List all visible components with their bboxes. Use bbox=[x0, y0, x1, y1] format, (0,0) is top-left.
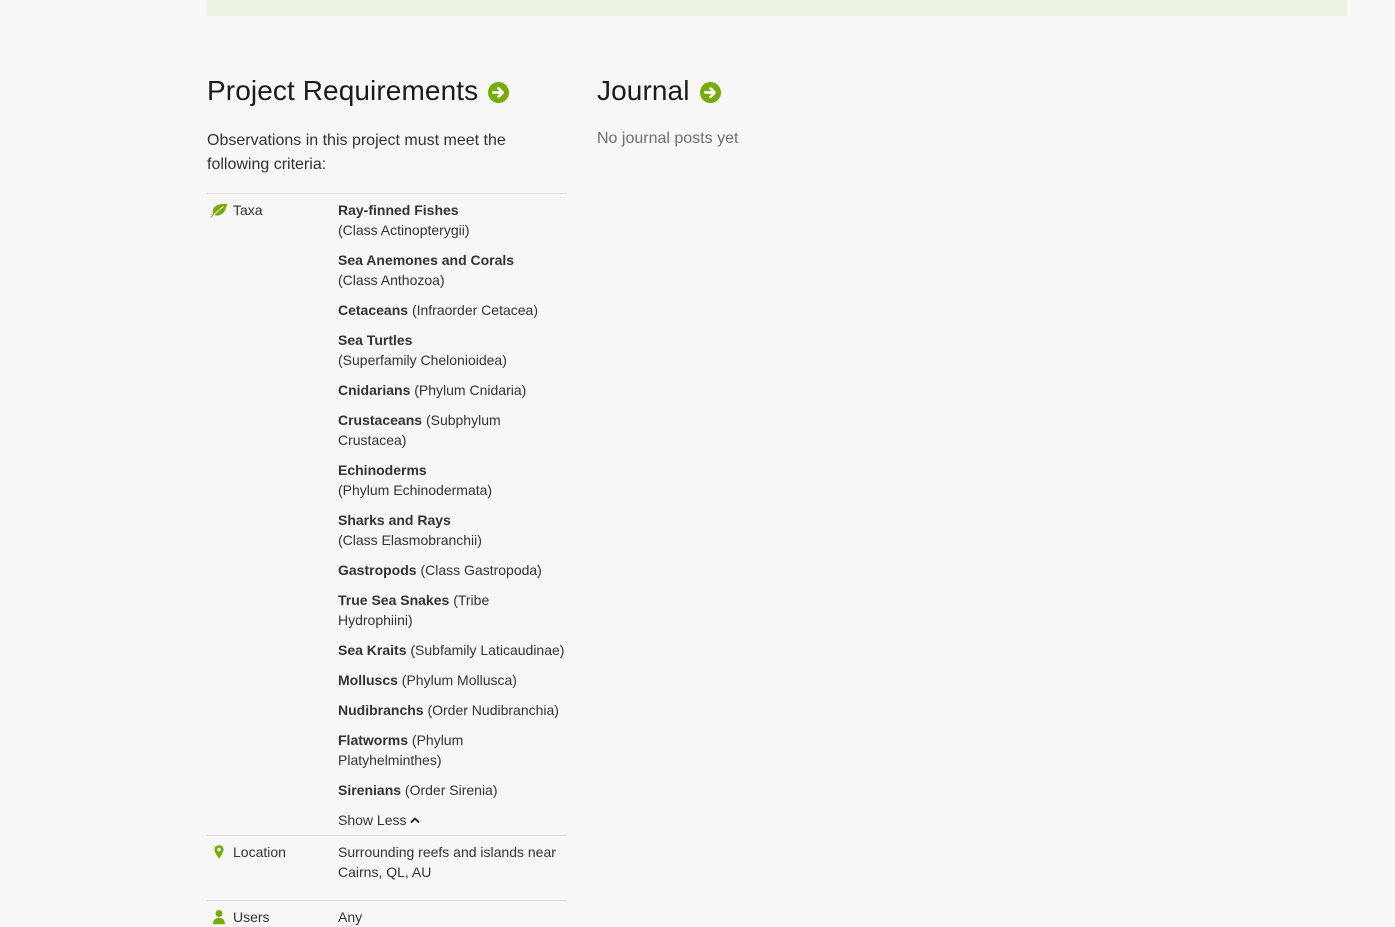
taxon-common-name: Ray-finned Fishes bbox=[338, 202, 459, 218]
taxa-label: Taxa bbox=[207, 200, 338, 830]
taxon-common-name: Sharks and Rays bbox=[338, 512, 451, 528]
requirement-row-users: Users Any bbox=[207, 901, 567, 927]
taxon-rank-name: (Superfamily Chelonioidea) bbox=[338, 352, 507, 368]
requirement-row-location: Location Surrounding reefs and islands n… bbox=[207, 836, 567, 901]
top-banner bbox=[207, 0, 1347, 16]
taxon-item[interactable]: Sea Turtles (Superfamily Chelonioidea) bbox=[338, 330, 567, 370]
taxa-list: Ray-finned Fishes (Class Actinopterygii) S… bbox=[338, 200, 567, 830]
taxa-label-text: Taxa bbox=[233, 202, 263, 218]
taxon-item[interactable]: Crustaceans (Subphylum Crustacea) bbox=[338, 410, 567, 450]
users-value: Any bbox=[338, 909, 363, 925]
requirements-intro: Observations in this project must meet t… bbox=[207, 132, 506, 173]
taxon-common-name: Cnidarians bbox=[338, 382, 411, 398]
taxon-common-name: True Sea Snakes bbox=[338, 592, 450, 608]
users-label: Users bbox=[207, 907, 338, 927]
taxon-rank-name: (Phylum Echinodermata) bbox=[338, 482, 493, 498]
journal-title: Journal bbox=[597, 75, 690, 106]
taxon-item[interactable]: Cnidarians (Phylum Cnidaria) bbox=[338, 380, 567, 400]
leaf-icon bbox=[210, 203, 228, 218]
taxon-item[interactable]: Sharks and Rays (Class Elasmobranchii) bbox=[338, 510, 567, 550]
taxon-rank-name: (Order Nudibranchia) bbox=[427, 702, 559, 718]
taxon-item[interactable]: Ray-finned Fishes (Class Actinopterygii) bbox=[338, 200, 567, 240]
user-icon bbox=[213, 910, 225, 925]
project-requirements-title: Project Requirements bbox=[207, 75, 479, 106]
taxon-rank-name: (Class Elasmobranchii) bbox=[338, 532, 482, 548]
taxon-item[interactable]: Sirenians (Order Sirenia) bbox=[338, 780, 567, 800]
taxon-rank-name: (Subfamily Laticaudinae) bbox=[410, 642, 565, 658]
requirements-table: Taxa Ray-finned Fishes (Class Actinoptery… bbox=[207, 193, 567, 927]
taxon-item[interactable]: Sea Kraits (Subfamily Laticaudinae) bbox=[338, 640, 567, 660]
chevron-up-icon bbox=[410, 817, 420, 823]
taxon-item[interactable]: Nudibranchs (Order Nudibranchia) bbox=[338, 700, 567, 720]
taxon-item[interactable]: Gastropods (Class Gastropoda) bbox=[338, 560, 567, 580]
taxon-item[interactable]: Flatworms (Phylum Platyhelminthes) bbox=[338, 730, 567, 770]
users-label-text: Users bbox=[233, 909, 270, 925]
taxon-item[interactable]: Cetaceans (Infraorder Cetacea) bbox=[338, 300, 567, 320]
location-label-text: Location bbox=[233, 844, 286, 860]
journal-section: Journal No journal posts yet bbox=[597, 70, 997, 151]
taxon-rank-name: (Phylum Mollusca) bbox=[401, 672, 517, 688]
taxon-common-name: Nudibranchs bbox=[338, 702, 424, 718]
requirement-row-taxa: Taxa Ray-finned Fishes (Class Actinoptery… bbox=[207, 194, 567, 836]
arrow-circle-right-icon[interactable] bbox=[699, 81, 721, 103]
taxon-item[interactable]: True Sea Snakes (Tribe Hydrophiini) bbox=[338, 590, 567, 630]
taxon-common-name: Sea Turtles bbox=[338, 332, 413, 348]
taxon-rank-name: (Class Gastropoda) bbox=[420, 562, 542, 578]
taxon-common-name: Echinoderms bbox=[338, 462, 427, 478]
taxon-common-name: Sea Anemones and Corals bbox=[338, 252, 515, 268]
location-label: Location bbox=[207, 842, 338, 882]
taxon-common-name: Sirenians bbox=[338, 782, 402, 798]
taxon-rank-name: (Class Actinopterygii) bbox=[338, 222, 470, 238]
location-value: Surrounding reefs and islands near Cairn… bbox=[338, 844, 556, 880]
map-marker-icon bbox=[214, 845, 224, 859]
taxon-common-name: Crustaceans bbox=[338, 412, 423, 428]
taxon-rank-name: (Class Anthozoa) bbox=[338, 272, 445, 288]
taxon-rank-name: (Phylum Cnidaria) bbox=[414, 382, 527, 398]
taxon-rank-name: (Order Sirenia) bbox=[404, 782, 498, 798]
journal-empty-message: No journal posts yet bbox=[597, 130, 739, 147]
show-less-toggle[interactable]: Show Less bbox=[338, 810, 420, 830]
taxon-common-name: Molluscs bbox=[338, 672, 398, 688]
project-requirements-heading[interactable]: Project Requirements bbox=[207, 70, 567, 112]
taxon-common-name: Sea Kraits bbox=[338, 642, 407, 658]
project-requirements-section: Project Requirements Observations in thi… bbox=[207, 70, 567, 927]
taxon-item[interactable]: Sea Anemones and Corals (Class Anthozoa) bbox=[338, 250, 567, 290]
arrow-circle-right-icon[interactable] bbox=[488, 81, 510, 103]
taxon-item[interactable]: Molluscs (Phylum Mollusca) bbox=[338, 670, 567, 690]
journal-heading[interactable]: Journal bbox=[597, 70, 997, 112]
taxon-common-name: Cetaceans bbox=[338, 302, 409, 318]
taxon-item[interactable]: Echinoderms (Phylum Echinodermata) bbox=[338, 460, 567, 500]
show-less-label: Show Less bbox=[338, 812, 407, 828]
taxon-common-name: Flatworms bbox=[338, 732, 409, 748]
taxon-rank-name: (Infraorder Cetacea) bbox=[411, 302, 538, 318]
taxon-common-name: Gastropods bbox=[338, 562, 417, 578]
